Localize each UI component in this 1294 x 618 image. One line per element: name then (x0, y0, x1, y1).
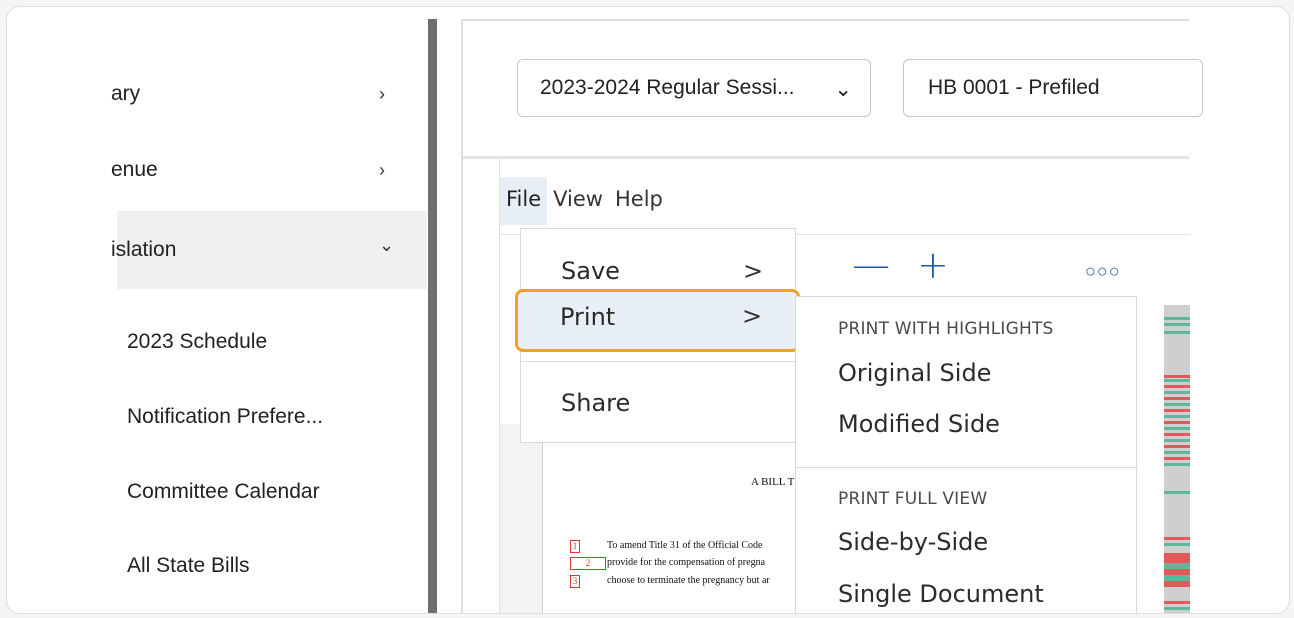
line-number: 1 (570, 540, 580, 553)
change-marker (1164, 607, 1190, 610)
change-marker (1164, 581, 1190, 587)
bill-select-value: HB 0001 - Prefiled (928, 76, 1100, 99)
divider (796, 467, 1138, 468)
change-marker (1164, 375, 1190, 378)
menu-item-label: Save (561, 257, 620, 285)
menu-item-share[interactable]: Share (521, 381, 795, 425)
print-single-document[interactable]: Single Document (838, 580, 1044, 608)
chevron-right-icon: › (379, 83, 385, 104)
change-marker (1164, 543, 1190, 546)
sidebar-item-label: enue (111, 158, 158, 181)
document-title: A BILL T (751, 476, 795, 488)
menubar: File View Help (500, 177, 669, 225)
change-overview-strip[interactable] (1164, 305, 1190, 614)
sidebar-item-label: ary (111, 82, 141, 105)
change-marker (1164, 323, 1190, 326)
chevron-down-icon: ⌄ (834, 78, 852, 101)
sidebar: ary › enue › islation ⌄ 2023 Schedule No… (7, 7, 427, 613)
print-modified-side[interactable]: Modified Side (838, 410, 1000, 438)
bill-select[interactable]: HB 0001 - Prefiled (903, 59, 1203, 117)
sidebar-subitem-committee-calendar[interactable]: Committee Calendar (127, 472, 320, 512)
change-marker (1164, 331, 1190, 334)
document-page: A BILL T 1 To amend Title 31 of the Offi… (542, 424, 813, 613)
sidebar-subitem-all-state-bills[interactable]: All State Bills (127, 546, 250, 586)
change-marker (1164, 457, 1190, 460)
sidebar-item-revenue[interactable]: enue › (111, 131, 427, 209)
change-marker (1164, 421, 1190, 424)
line-number: 2 (570, 557, 606, 570)
change-marker (1164, 601, 1190, 604)
chevron-right-icon: > (742, 302, 763, 330)
print-original-side[interactable]: Original Side (838, 359, 991, 387)
submenu-heading-full-view: PRINT FULL VIEW (838, 489, 988, 509)
menu-item-label: Print (560, 303, 616, 331)
sidebar-resize-handle[interactable] (428, 19, 437, 613)
change-marker (1164, 445, 1190, 448)
submenu-heading-highlights: PRINT WITH HIGHLIGHTS (838, 319, 1054, 339)
print-side-by-side[interactable]: Side-by-Side (838, 528, 988, 556)
document-line: provide for the compensation of pregna (607, 557, 766, 568)
change-marker (1164, 385, 1190, 388)
change-marker (1164, 397, 1190, 400)
menu-view[interactable]: View (547, 177, 609, 225)
change-marker (1164, 491, 1190, 494)
zoom-in-icon[interactable]: + (917, 243, 949, 287)
change-marker (1164, 463, 1190, 466)
menu-help[interactable]: Help (609, 177, 669, 225)
menu-file[interactable]: File (500, 177, 548, 225)
document-line: choose to terminate the pregnancy but ar (607, 575, 770, 586)
chevron-right-icon: › (379, 159, 385, 180)
menu-item-label: Share (561, 389, 631, 417)
change-marker (1164, 403, 1190, 406)
change-marker (1164, 409, 1190, 412)
page-gutter (500, 424, 542, 613)
change-marker (1164, 433, 1190, 436)
chevron-right-icon: > (743, 257, 764, 285)
change-marker (1164, 391, 1190, 394)
session-select[interactable]: 2023-2024 Regular Sessi... ⌄ (517, 59, 871, 117)
sidebar-subitem-schedule[interactable]: 2023 Schedule (127, 322, 267, 362)
print-submenu: PRINT WITH HIGHLIGHTS Original Side Modi… (795, 296, 1138, 613)
line-number: 3 (570, 575, 580, 588)
change-marker (1164, 613, 1190, 614)
session-select-value: 2023-2024 Regular Sessi... (540, 76, 795, 99)
change-marker (1164, 451, 1190, 454)
more-options-icon[interactable]: ○○○ (1085, 261, 1121, 282)
sidebar-item-legislation[interactable]: islation ⌄ (111, 211, 427, 289)
change-marker (1164, 317, 1190, 320)
change-marker (1164, 379, 1190, 382)
zoom-out-icon[interactable]: — (852, 243, 890, 287)
divider (521, 361, 797, 362)
sidebar-item-library[interactable]: ary › (111, 55, 427, 133)
document-line: To amend Title 31 of the Official Code (607, 540, 763, 551)
chevron-down-icon: ⌄ (379, 235, 395, 255)
sidebar-item-label: islation (111, 238, 177, 261)
divider (463, 19, 1189, 21)
change-marker (1164, 537, 1190, 540)
app-window: ary › enue › islation ⌄ 2023 Schedule No… (6, 6, 1290, 614)
change-marker (1164, 427, 1190, 430)
menu-item-save[interactable]: Save > (521, 249, 795, 293)
menu-item-print[interactable]: Print > (515, 289, 800, 352)
change-marker (1164, 415, 1190, 418)
sidebar-subitem-notification-preferences[interactable]: Notification Prefere... (127, 397, 323, 437)
change-marker (1164, 439, 1190, 442)
